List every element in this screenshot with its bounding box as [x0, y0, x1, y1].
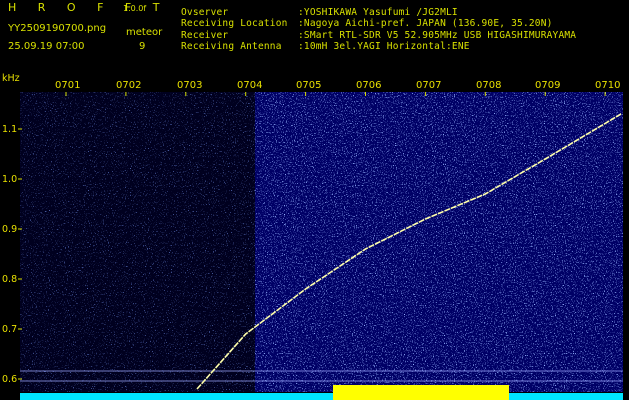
- spectrogram-canvas: [18, 92, 623, 400]
- x-tick-label: 0710: [595, 80, 621, 91]
- info-label-receiver: Receiver: [181, 30, 229, 41]
- x-tick-label: 0706: [356, 80, 382, 91]
- app-version: 1.0.0f: [123, 4, 147, 13]
- info-value-antenna: :10mH 3el.YAGI Horizontal:ENE: [298, 41, 470, 52]
- y-tick-label: 0.6: [2, 374, 18, 385]
- x-tick-label: 0702: [116, 80, 142, 91]
- x-tick-label: 0701: [55, 80, 81, 91]
- power-bar-burst: [333, 385, 509, 400]
- info-label-antenna: Receiving Antenna: [181, 41, 282, 52]
- y-tick-label: 1.1: [2, 124, 18, 135]
- x-tick-label: 0704: [237, 80, 263, 91]
- info-value-receiver: :SMart RTL-SDR V5 52.905MHz USB HIGASHIM…: [298, 30, 577, 41]
- x-tick-label: 0709: [535, 80, 561, 91]
- y-tick-label: 1.0: [2, 174, 18, 185]
- spectrogram-noise: [255, 92, 623, 392]
- y-axis-label: kHz: [2, 73, 20, 84]
- y-tick-label: 0.7: [2, 324, 18, 335]
- x-tick-label: 0703: [177, 80, 203, 91]
- capture-datetime: 25.09.19 07:00: [8, 41, 85, 52]
- info-label-observer: Ovserver: [181, 7, 229, 18]
- spectrogram-noise-dark: [20, 92, 255, 392]
- power-bar-baseline: [20, 393, 623, 400]
- x-tick-label: 0708: [476, 80, 502, 91]
- file-name: YY2509190700.png: [8, 23, 107, 34]
- y-tick-label: 0.9: [2, 224, 18, 235]
- meteor-count: 9: [139, 41, 146, 52]
- info-value-observer: :YOSHIKAWA Yasufumi /JG2MLI: [298, 7, 458, 18]
- meteor-label: meteor: [126, 27, 163, 38]
- info-value-location: :Nagoya Aichi-pref. JAPAN (136.90E, 35.2…: [298, 18, 553, 29]
- y-tick-label: 0.8: [2, 274, 18, 285]
- info-label-location: Receiving Location: [181, 18, 288, 29]
- x-tick-label: 0705: [296, 80, 322, 91]
- x-tick-label: 0707: [416, 80, 442, 91]
